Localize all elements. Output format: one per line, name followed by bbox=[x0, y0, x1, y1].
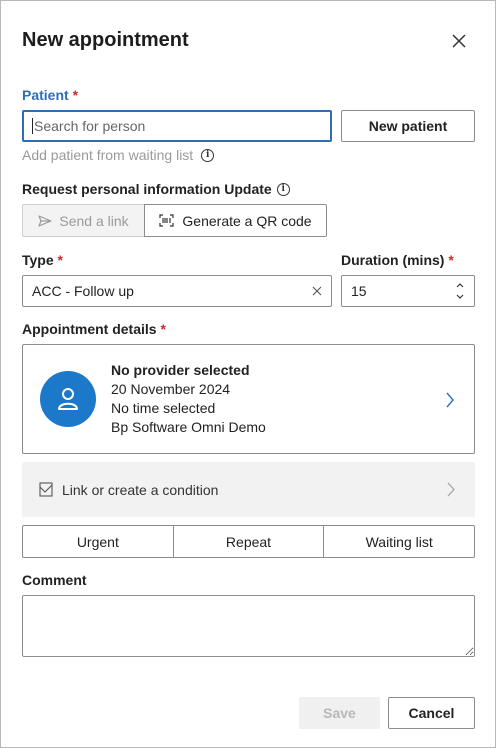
send-link-button[interactable]: Send a link bbox=[22, 204, 144, 237]
waiting-list-toggle[interactable]: Waiting list bbox=[324, 526, 474, 557]
type-label: Type * bbox=[22, 252, 63, 268]
avatar bbox=[40, 371, 96, 427]
required-mark: * bbox=[72, 87, 79, 103]
personal-info-label-row: Request personal information Update i bbox=[22, 181, 290, 197]
patient-label-text: Patient bbox=[22, 87, 69, 103]
new-patient-button[interactable]: New patient bbox=[341, 110, 475, 142]
urgent-toggle[interactable]: Urgent bbox=[23, 526, 174, 557]
personal-info-actions: Send a link Generate a QR code bbox=[22, 204, 327, 237]
clear-icon[interactable] bbox=[312, 286, 322, 296]
generate-qr-label: Generate a QR code bbox=[182, 212, 312, 229]
person-icon bbox=[58, 388, 78, 410]
qr-scan-icon bbox=[159, 214, 175, 227]
close-icon bbox=[452, 34, 466, 48]
required-mark: * bbox=[448, 252, 454, 268]
duration-value: 15 bbox=[351, 283, 367, 299]
stepper-arrows-icon[interactable] bbox=[455, 280, 465, 302]
add-from-waiting-list-link[interactable]: Add patient from waiting list bbox=[22, 147, 193, 163]
info-icon[interactable]: i bbox=[276, 182, 290, 196]
link-condition-label: Link or create a condition bbox=[62, 481, 219, 498]
patient-search-placeholder: Search for person bbox=[34, 118, 146, 134]
text-caret bbox=[32, 118, 33, 134]
personal-info-label: Request personal information Update bbox=[22, 181, 272, 197]
required-mark: * bbox=[160, 321, 166, 337]
provider-text: No provider selected bbox=[111, 362, 250, 378]
dialog-title: New appointment bbox=[22, 29, 189, 51]
patient-search-input[interactable]: Search for person bbox=[22, 110, 332, 142]
duration-stepper[interactable]: 15 bbox=[341, 275, 475, 307]
type-select[interactable]: ACC - Follow up bbox=[22, 275, 332, 307]
new-appointment-dialog: New appointment Patient * Search for per… bbox=[0, 0, 496, 748]
chevron-right-icon bbox=[447, 482, 455, 497]
save-button[interactable]: Save bbox=[299, 697, 380, 729]
appointment-details-label: Appointment details * bbox=[22, 321, 166, 337]
chevron-right-icon bbox=[446, 392, 454, 408]
type-value: ACC - Follow up bbox=[32, 283, 134, 299]
type-label-text: Type bbox=[22, 252, 54, 268]
appointment-summary: No provider selected 20 November 2024 No… bbox=[111, 361, 266, 437]
required-mark: * bbox=[57, 252, 63, 268]
condition-icon bbox=[39, 482, 53, 497]
cancel-button[interactable]: Cancel bbox=[388, 697, 475, 729]
info-icon[interactable]: i bbox=[201, 148, 215, 162]
patient-label: Patient * bbox=[22, 87, 78, 103]
repeat-toggle[interactable]: Repeat bbox=[174, 526, 325, 557]
duration-label: Duration (mins) * bbox=[341, 252, 454, 268]
comment-label: Comment bbox=[22, 572, 87, 588]
comment-textarea[interactable] bbox=[22, 595, 475, 657]
link-condition-button[interactable]: Link or create a condition bbox=[22, 462, 475, 517]
location-text: Bp Software Omni Demo bbox=[111, 419, 266, 435]
duration-label-text: Duration (mins) bbox=[341, 252, 445, 268]
close-button[interactable] bbox=[447, 29, 471, 53]
date-text: 20 November 2024 bbox=[111, 381, 231, 397]
send-link-label: Send a link bbox=[59, 212, 129, 229]
time-text: No time selected bbox=[111, 400, 216, 416]
generate-qr-button[interactable]: Generate a QR code bbox=[144, 204, 327, 237]
appointment-flags: Urgent Repeat Waiting list bbox=[22, 525, 475, 558]
appointment-details-card[interactable]: No provider selected 20 November 2024 No… bbox=[22, 344, 475, 454]
waiting-list-row: Add patient from waiting list i bbox=[22, 147, 215, 163]
send-icon bbox=[38, 214, 52, 227]
appointment-details-label-text: Appointment details bbox=[22, 321, 157, 337]
